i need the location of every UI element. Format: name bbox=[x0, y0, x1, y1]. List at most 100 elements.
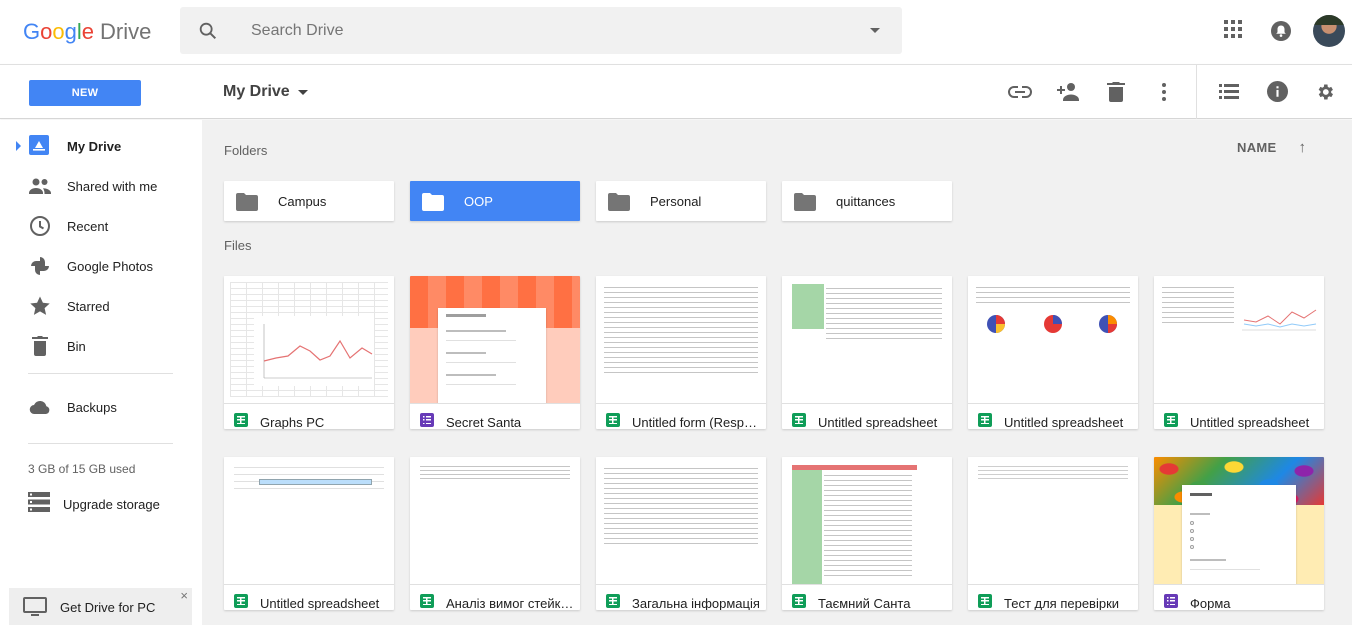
file-card[interactable]: Untitled spreadsheet bbox=[224, 457, 394, 610]
spreadsheet-icon bbox=[1164, 413, 1178, 427]
table-text-thumbnail bbox=[824, 471, 912, 576]
file-name: Untitled spreadsheet bbox=[1004, 415, 1124, 429]
sidebar-item-label: Bin bbox=[67, 338, 86, 354]
file-card[interactable]: Graphs PC bbox=[224, 276, 394, 429]
file-thumbnail bbox=[596, 457, 766, 585]
search-bar[interactable]: Search Drive bbox=[180, 7, 902, 54]
file-name: Тест для перевірки bbox=[1004, 596, 1120, 610]
upgrade-storage-link[interactable]: Upgrade storage bbox=[28, 491, 198, 516]
sort-label: NAME bbox=[1237, 140, 1277, 155]
sidebar-item-label: Recent bbox=[67, 218, 109, 234]
arrow-up-icon: ↑ bbox=[1298, 139, 1307, 156]
sidebar-item-backups[interactable]: Backups bbox=[0, 387, 202, 427]
search-input[interactable]: Search Drive bbox=[251, 22, 343, 40]
file-card[interactable]: Untitled spreadsheet bbox=[782, 276, 952, 429]
file-card[interactable]: Secret Santa bbox=[410, 276, 580, 429]
chevron-down-icon bbox=[297, 89, 308, 95]
new-button[interactable]: NEW bbox=[29, 80, 141, 106]
sidebar-item-recent[interactable]: Recent bbox=[0, 206, 202, 246]
table-text-thumbnail bbox=[826, 284, 942, 339]
form-card-preview bbox=[1182, 485, 1296, 584]
file-name: Untitled spreadsheet bbox=[1190, 415, 1310, 429]
account-avatar[interactable] bbox=[1313, 15, 1345, 47]
spreadsheet-icon bbox=[792, 413, 806, 427]
sidebar-item-my-drive[interactable]: My Drive bbox=[0, 126, 202, 166]
shared-people-icon bbox=[28, 174, 52, 198]
get-drive-label: Get Drive for PC bbox=[60, 600, 156, 615]
active-indicator-icon bbox=[16, 141, 21, 151]
sidebar-item-bin[interactable]: Bin bbox=[0, 326, 202, 366]
main-content: Folders NAME ↑ Campus OOP Personal quitt… bbox=[202, 120, 1352, 625]
computer-icon bbox=[23, 597, 47, 622]
files-section-title: Files bbox=[224, 238, 252, 253]
more-options-icon[interactable] bbox=[1161, 82, 1167, 107]
table-lines-thumbnail bbox=[234, 463, 384, 489]
file-thumbnail bbox=[1154, 276, 1324, 404]
list-view-icon[interactable] bbox=[1219, 84, 1239, 105]
google-wordmark: Google bbox=[23, 19, 95, 44]
file-card[interactable]: Untitled form (Responses) bbox=[596, 276, 766, 429]
storage-quota-text: 3 GB of 15 GB used bbox=[28, 462, 136, 476]
sidebar-item-google-photos[interactable]: Google Photos bbox=[0, 246, 202, 286]
logo-product-name: Drive bbox=[100, 19, 152, 44]
sidebar-divider bbox=[28, 373, 173, 374]
notifications-icon[interactable] bbox=[1270, 20, 1292, 47]
sidebar-item-label: Starred bbox=[67, 298, 110, 314]
sidebar-item-shared-with-me[interactable]: Shared with me bbox=[0, 166, 202, 206]
file-thumbnail bbox=[410, 276, 580, 404]
form-icon bbox=[1164, 594, 1178, 608]
delete-icon[interactable] bbox=[1107, 81, 1125, 108]
file-card[interactable]: Таємний Санта bbox=[782, 457, 952, 610]
form-card-preview bbox=[438, 308, 546, 403]
get-link-icon[interactable] bbox=[1008, 83, 1032, 106]
breadcrumb-label: My Drive bbox=[223, 83, 290, 100]
file-card[interactable]: Аналіз вимог стейкхолдерів bbox=[410, 457, 580, 610]
folder-card[interactable]: Personal bbox=[596, 181, 766, 221]
sidebar-item-label: Shared with me bbox=[67, 178, 158, 194]
folders-section-title: Folders bbox=[224, 143, 268, 158]
folder-card-selected[interactable]: OOP bbox=[410, 181, 580, 221]
share-add-person-icon[interactable] bbox=[1056, 81, 1080, 108]
file-name: Аналіз вимог стейкхолдерів bbox=[446, 596, 574, 610]
star-icon bbox=[28, 294, 52, 318]
sort-by-name-button[interactable]: NAME ↑ bbox=[1237, 139, 1306, 156]
sidebar-item-starred[interactable]: Starred bbox=[0, 286, 202, 326]
search-icon[interactable] bbox=[197, 20, 219, 47]
green-column-thumbnail bbox=[792, 470, 822, 584]
file-card[interactable]: Загальна інформація bbox=[596, 457, 766, 610]
folder-icon bbox=[794, 193, 816, 216]
spreadsheet-icon bbox=[792, 594, 806, 608]
get-drive-banner[interactable]: Get Drive for PC × bbox=[9, 588, 192, 625]
settings-gear-icon[interactable] bbox=[1315, 82, 1335, 107]
folder-name: Campus bbox=[278, 194, 327, 209]
folder-icon bbox=[236, 193, 258, 216]
my-drive-icon bbox=[28, 134, 52, 158]
info-icon[interactable] bbox=[1267, 81, 1288, 107]
spreadsheet-icon bbox=[978, 413, 992, 427]
file-card[interactable]: Тест для перевірки bbox=[968, 457, 1138, 610]
table-text-thumbnail bbox=[978, 465, 1128, 479]
form-icon bbox=[420, 413, 434, 427]
sidebar-divider bbox=[28, 443, 173, 444]
file-thumbnail bbox=[968, 276, 1138, 404]
folder-card[interactable]: Campus bbox=[224, 181, 394, 221]
file-card[interactable]: Untitled spreadsheet bbox=[968, 276, 1138, 429]
close-icon[interactable]: × bbox=[180, 588, 188, 603]
toolbar: NEW My Drive bbox=[0, 64, 1352, 119]
file-name: Загальна інформація bbox=[632, 596, 760, 610]
folder-card[interactable]: quittances bbox=[782, 181, 952, 221]
file-name: Untitled spreadsheet bbox=[818, 415, 938, 429]
sidebar-item-label: Google Photos bbox=[67, 258, 154, 274]
table-text-thumbnail bbox=[1162, 284, 1234, 323]
search-options-dropdown-icon[interactable] bbox=[870, 28, 880, 33]
file-card[interactable]: Форма bbox=[1154, 457, 1324, 610]
spreadsheet-icon bbox=[420, 594, 434, 608]
sidebar-item-label: Backups bbox=[67, 399, 117, 415]
line-chart-thumbnail bbox=[254, 316, 374, 386]
apps-grid-icon[interactable] bbox=[1224, 20, 1242, 43]
file-name: Таємний Санта bbox=[818, 596, 911, 610]
spreadsheet-icon bbox=[606, 594, 620, 608]
breadcrumb-my-drive[interactable]: My Drive bbox=[223, 83, 308, 101]
google-drive-logo[interactable]: Google Drive bbox=[23, 19, 151, 45]
file-card[interactable]: Untitled spreadsheet bbox=[1154, 276, 1324, 429]
